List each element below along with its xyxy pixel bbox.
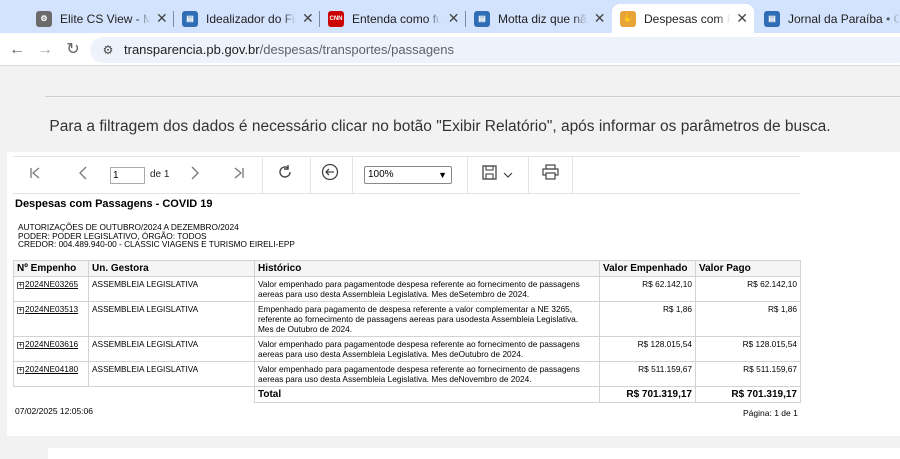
tab-title: Despesas com Passag (644, 11, 730, 26)
tab-title: Elite CS View - Mundi (60, 11, 150, 26)
page-number-input[interactable]: 1 (110, 167, 145, 184)
column-header: Un. Gestora (88, 260, 255, 277)
empenho-cell: +2024NE03616 (13, 336, 89, 362)
historico-cell: Valor empenhado para pagamentode despesa… (254, 276, 600, 302)
table-row: +2024NE04180 ASSEMBLEIA LEGISLATIVA Valo… (13, 361, 801, 387)
browser-toolbar: ← → ↻ ⚙ transparencia.pb.gov.br/despesas… (0, 33, 900, 66)
column-header: Histórico (254, 260, 600, 277)
empenho-cell: +2024NE03513 (13, 301, 89, 337)
historico-cell: Valor empenhado para pagamentode despesa… (254, 336, 600, 362)
forward-arrow-icon[interactable]: → (34, 39, 56, 61)
table-row: +2024NE03616 ASSEMBLEIA LEGISLATIVA Valo… (13, 336, 801, 362)
valor-empenhado-cell: R$ 62.142,10 (599, 276, 696, 302)
browser-tab[interactable]: ▤ Idealizador do Ficha L ✕ (174, 4, 320, 33)
expand-icon[interactable]: + (17, 367, 24, 374)
tab-title: Idealizador do Ficha L (206, 11, 296, 26)
filter-creditor: CREDOR: 004.489.940-00 - CLASSIC VIAGENS… (18, 239, 295, 249)
document-favicon-icon: ▤ (182, 10, 198, 27)
gestora-cell: ASSEMBLEIA LEGISLATIVA (88, 336, 255, 362)
historico-cell: Empenhado para pagamento de despesa refe… (254, 301, 600, 337)
previous-page-icon[interactable] (75, 163, 91, 189)
expand-icon[interactable]: + (17, 282, 24, 289)
expand-icon[interactable]: + (17, 342, 24, 349)
cnn-favicon-icon: CNN (328, 10, 344, 27)
save-export-icon[interactable] (481, 163, 497, 189)
address-bar[interactable]: ⚙ transparencia.pb.gov.br/despesas/trans… (90, 37, 900, 63)
next-page-icon[interactable] (187, 163, 203, 189)
report-filters: AUTORIZAÇÕES DE OUTUBRO/2024 A DEZEMBRO/… (18, 223, 295, 249)
valor-empenhado-cell: R$ 1,86 (599, 301, 696, 337)
valor-empenhado-cell: R$ 511.159,67 (599, 361, 696, 387)
site-info-icon[interactable]: ⚙ (100, 42, 116, 58)
valor-pago-cell: R$ 62.142,10 (695, 276, 801, 302)
divider (45, 96, 900, 97)
browser-tab[interactable]: ▤ Jornal da Paraíba • O (756, 4, 900, 33)
total-empenhado: R$ 701.319,17 (599, 386, 696, 403)
close-tab-icon[interactable]: ✕ (447, 10, 460, 27)
reload-icon[interactable]: ↻ (62, 39, 84, 61)
table-header-row: Nº Empenho Un. Gestora Histórico Valor E… (13, 260, 801, 277)
empenho-link[interactable]: 2024NE03513 (25, 304, 78, 314)
close-tab-icon[interactable]: ✕ (302, 10, 314, 27)
back-arrow-icon[interactable]: ← (6, 39, 28, 61)
chevron-down-icon: ▼ (438, 170, 447, 180)
total-label: Total (254, 386, 600, 403)
hand-favicon-icon: ✋ (620, 10, 636, 27)
browser-tab[interactable]: ⚙ Elite CS View - Mundi ✕ (28, 4, 174, 33)
empenho-link[interactable]: 2024NE03616 (25, 339, 78, 349)
column-header: Valor Pago (695, 260, 801, 277)
refresh-icon[interactable] (275, 163, 295, 189)
gestora-cell: ASSEMBLEIA LEGISLATIVA (88, 301, 255, 337)
column-header: Valor Empenhado (599, 260, 696, 277)
tab-title: Entenda como funcio (352, 11, 442, 26)
footer-strip (48, 448, 900, 459)
filter-instruction: Para a filtragem dos dados é necessário … (49, 118, 831, 135)
report-timestamp: 07/02/2025 12:05:06 (15, 406, 93, 416)
valor-empenhado-cell: R$ 128.015,54 (599, 336, 696, 362)
empenho-cell: +2024NE03265 (13, 276, 89, 302)
tab-strip: ⚙ Elite CS View - Mundi ✕ ▤ Idealizador … (0, 0, 900, 33)
tab-title: Jornal da Paraíba • O (788, 11, 900, 26)
document-favicon-icon: ▤ (764, 10, 780, 27)
gestora-cell: ASSEMBLEIA LEGISLATIVA (88, 276, 255, 302)
back-to-parent-icon[interactable] (320, 163, 340, 189)
export-chevron-down-icon[interactable] (501, 163, 515, 189)
close-tab-icon[interactable]: ✕ (736, 10, 748, 27)
page-content: Para a filtragem dos dados é necessário … (0, 66, 900, 459)
close-tab-icon[interactable]: ✕ (156, 10, 168, 27)
browser-tab[interactable]: CNN Entenda como funcio ✕ (320, 4, 466, 33)
table-row: +2024NE03265 ASSEMBLEIA LEGISLATIVA Valo… (13, 276, 801, 302)
total-pago: R$ 701.319,17 (695, 386, 801, 403)
report-toolbar: 1 de 1 100% ▼ (13, 156, 800, 194)
tab-title: Motta diz que não há (498, 11, 587, 26)
last-page-icon[interactable] (231, 163, 247, 189)
elite-favicon-icon: ⚙ (36, 10, 52, 27)
valor-pago-cell: R$ 1,86 (695, 301, 801, 337)
expenses-table: Nº Empenho Un. Gestora Histórico Valor E… (13, 260, 801, 403)
zoom-select[interactable]: 100% ▼ (364, 166, 452, 184)
url-text[interactable]: transparencia.pb.gov.br/despesas/transpo… (124, 42, 454, 57)
expand-icon[interactable]: + (17, 307, 24, 314)
column-header: Nº Empenho (13, 260, 89, 277)
empenho-link[interactable]: 2024NE03265 (25, 279, 78, 289)
document-favicon-icon: ▤ (474, 10, 490, 27)
gestora-cell: ASSEMBLEIA LEGISLATIVA (88, 361, 255, 387)
report-pagination: Página: 1 de 1 (743, 408, 798, 418)
close-tab-icon[interactable]: ✕ (593, 10, 606, 27)
empenho-cell: +2024NE04180 (13, 361, 89, 387)
print-icon[interactable] (541, 163, 559, 189)
total-row: Total R$ 701.319,17 R$ 701.319,17 (14, 386, 801, 403)
report-viewer: 1 de 1 100% ▼ Despesas com Passagens - C… (7, 152, 900, 436)
table-row: +2024NE03513 ASSEMBLEIA LEGISLATIVA Empe… (13, 301, 801, 337)
report-title: Despesas com Passagens - COVID 19 (15, 198, 213, 210)
historico-cell: Valor empenhado para pagamentode despesa… (254, 361, 600, 387)
empenho-link[interactable]: 2024NE04180 (25, 364, 78, 374)
first-page-icon[interactable] (27, 163, 43, 189)
page-count-label: de 1 (150, 169, 170, 180)
valor-pago-cell: R$ 128.015,54 (695, 336, 801, 362)
browser-tab-active[interactable]: ✋ Despesas com Passag ✕ (612, 4, 754, 33)
valor-pago-cell: R$ 511.159,67 (695, 361, 801, 387)
browser-tab[interactable]: ▤ Motta diz que não há ✕ (466, 4, 612, 33)
